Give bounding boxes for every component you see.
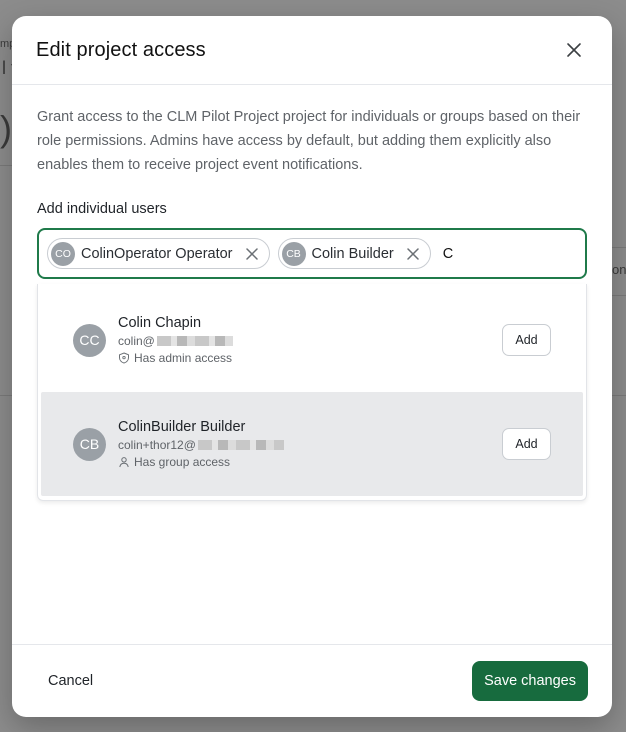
user-suggestions-dropdown: CC Colin Chapin colin@ Has admin access <box>37 284 587 501</box>
access-label: Has admin access <box>134 351 233 365</box>
avatar: CC <box>73 323 106 357</box>
save-changes-button[interactable]: Save changes <box>472 661 588 701</box>
add-user-button[interactable]: Add <box>502 324 551 356</box>
modal-header: Edit project access <box>12 16 612 85</box>
user-email: colin+thor12@ <box>118 438 502 452</box>
modal-footer: Cancel Save changes <box>12 644 612 717</box>
avatar: CB <box>73 427 106 461</box>
modal-title: Edit project access <box>36 38 206 61</box>
modal-body: Grant access to the CLM Pilot Project pr… <box>12 85 612 501</box>
access-status: Has group access <box>118 455 502 469</box>
user-name: ColinBuilder Builder <box>118 419 246 435</box>
add-users-label: Add individual users <box>37 201 167 217</box>
selected-user-chip: CO ColinOperator Operator <box>47 238 270 269</box>
user-option[interactable]: CB ColinBuilder Builder colin+thor12@ Ha… <box>41 392 583 496</box>
background-divider <box>0 395 12 396</box>
cancel-button[interactable]: Cancel <box>36 665 105 697</box>
user-option[interactable]: CC Colin Chapin colin@ Has admin access <box>41 288 583 392</box>
background-divider <box>0 165 12 166</box>
background-divider <box>612 395 626 396</box>
avatar: CO <box>51 241 75 266</box>
access-label: Has group access <box>134 455 231 469</box>
chip-label: ColinOperator Operator <box>81 245 233 262</box>
shield-icon <box>119 352 129 364</box>
remove-chip-button[interactable] <box>243 245 261 263</box>
background-divider <box>612 247 626 248</box>
user-search-input[interactable]: CO ColinOperator Operator CB Colin Build… <box>37 228 587 279</box>
close-icon <box>245 247 258 260</box>
background-fragment: ) <box>0 108 12 149</box>
user-email-prefix: colin@ <box>118 334 155 348</box>
user-info: Colin Chapin colin@ Has admin access <box>118 315 502 365</box>
add-user-button[interactable]: Add <box>502 428 551 460</box>
modal-description: Grant access to the CLM Pilot Project pr… <box>37 109 581 173</box>
close-icon <box>567 43 581 57</box>
avatar: CB <box>281 241 306 266</box>
close-icon <box>406 247 419 260</box>
search-query-text[interactable]: C <box>443 246 453 262</box>
user-name: Colin Chapin <box>118 315 202 331</box>
person-icon <box>119 457 129 468</box>
background-divider <box>612 295 626 296</box>
selected-user-chip: CB Colin Builder <box>277 238 431 269</box>
background-fragment: on <box>612 262 626 277</box>
redacted-email <box>197 440 284 450</box>
redacted-email <box>156 336 233 346</box>
user-email: colin@ <box>118 334 502 348</box>
edit-access-modal: Edit project access Grant access to the … <box>12 16 612 717</box>
user-email-prefix: colin+thor12@ <box>118 438 196 452</box>
access-status: Has admin access <box>118 351 502 365</box>
close-button[interactable] <box>560 36 588 64</box>
chip-label: Colin Builder <box>311 245 394 262</box>
remove-chip-button[interactable] <box>404 245 422 263</box>
user-info: ColinBuilder Builder colin+thor12@ Has g… <box>118 419 502 469</box>
